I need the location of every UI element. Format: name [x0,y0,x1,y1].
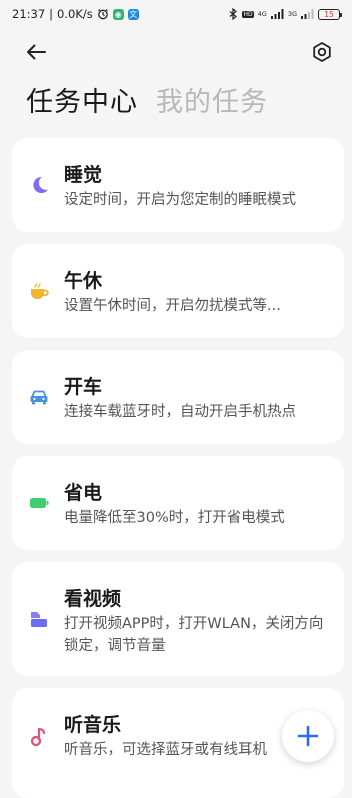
task-card-sleep[interactable]: 睡觉 设定时间，开启为您定制的睡眠模式 [12,138,344,232]
task-description: 连接车载蓝牙时，自动开启手机热点 [64,404,296,420]
music-note-icon [28,726,50,748]
settings-button[interactable] [308,38,336,66]
video-icon [28,608,50,630]
back-button[interactable] [22,38,50,66]
car-icon [28,386,50,408]
battery-icon [28,492,50,514]
tab-task-center[interactable]: 任务中心 [26,80,138,119]
moon-icon [28,174,50,196]
task-description: 电量降低至30%时，打开省电模式 [64,510,285,526]
battery-level: 15 [324,9,334,19]
signal-label-2: 3G [287,10,297,18]
task-title: 看视频 [64,588,122,610]
status-bar: 21:37 | 0.0K/s ◉ 文 HD 4G 3G 15 [0,0,352,28]
task-title: 睡觉 [64,164,103,186]
signal-bars-icon [270,9,284,19]
alarm-icon [97,8,109,20]
task-description: 听音乐，可选择蓝牙或有线耳机 [64,742,267,758]
tea-cup-icon [28,280,50,302]
status-time: 21:37 [12,7,46,21]
task-description: 设置午休时间，开启勿扰模式等... [64,298,281,314]
translate-app-icon: 文 [127,8,139,20]
task-title: 省电 [64,482,103,504]
status-separator: | [49,7,54,21]
tab-bar: 任务中心 我的任务 [26,80,268,119]
app-notification-icon: ◉ [112,8,124,20]
hd-icon: HD [242,10,254,18]
tab-my-tasks[interactable]: 我的任务 [156,80,268,119]
add-task-button[interactable] [282,710,334,762]
task-description: 设定时间，开启为您定制的睡眠模式 [64,192,296,208]
task-card-nap[interactable]: 午休 设置午休时间，开启勿扰模式等... [12,244,344,338]
task-description: 打开视频APP时，打开WLAN，关闭方向锁定，调节音量 [64,616,324,654]
status-net-speed: 0.0K/s [57,7,93,21]
plus-icon [297,725,319,747]
top-bar [0,34,352,70]
task-title: 午休 [64,270,103,292]
arrow-left-icon [27,44,46,60]
task-title: 听音乐 [64,714,122,736]
bluetooth-icon [229,8,238,20]
task-card-video[interactable]: 看视频 打开视频APP时，打开WLAN，关闭方向锁定，调节音量 [12,562,344,676]
gear-icon [313,42,331,62]
task-card-driving[interactable]: 开车 连接车载蓝牙时，自动开启手机热点 [12,350,344,444]
task-card-power-saving[interactable]: 省电 电量降低至30%时，打开省电模式 [12,456,344,550]
signal-label-1: 4G [257,10,267,18]
task-title: 开车 [64,376,103,398]
battery-indicator: 15 [318,8,342,20]
signal-bars-2-icon [301,9,314,19]
